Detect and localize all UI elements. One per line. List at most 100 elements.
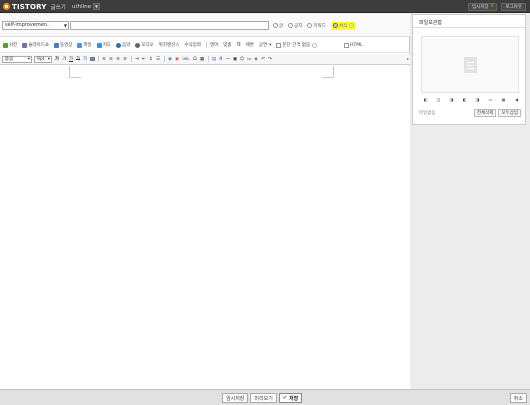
globe-icon[interactable]: ◉ <box>167 56 173 63</box>
check-icon: ✔ <box>282 395 288 401</box>
font-family-select[interactable]: 돋움 ▾ <box>2 55 32 63</box>
align-right-icon[interactable]: ≡ <box>115 56 121 63</box>
emoticon-icon[interactable]: ☺ <box>239 56 245 63</box>
more-icon[interactable]: ▣ <box>232 56 238 63</box>
url-icon[interactable]: URL <box>181 56 191 63</box>
insert-all-button[interactable]: 모두삽입 <box>498 109 521 117</box>
option-notice[interactable]: 공지 <box>288 23 302 29</box>
option-keyword[interactable]: 키워드 <box>307 23 326 29</box>
insert-audio-button[interactable]: 오디오 <box>135 42 154 48</box>
redo-icon[interactable]: ↷ <box>267 56 273 63</box>
insert-mention-button[interactable]: 위치멘션스 <box>159 42 180 48</box>
editor-canvas[interactable] <box>0 66 410 389</box>
font-size-select[interactable]: 9pt ▾ <box>34 55 52 63</box>
chevron-right-icon[interactable]: ▸ <box>407 56 409 61</box>
linebreak-label: 문단 간격 없음 <box>282 43 311 48</box>
option-post-label: 글 <box>279 23 284 29</box>
radio-icon <box>273 23 278 28</box>
insert-audio-label: 오디오 <box>141 43 154 48</box>
divider <box>98 56 99 62</box>
float-right-icon[interactable]: ◨ <box>475 97 480 102</box>
help-icon[interactable] <box>349 23 355 28</box>
insert-fit-button[interactable]: 맞춤 <box>223 42 231 48</box>
special-char-icon[interactable]: Ω <box>192 56 198 63</box>
category-value: self-improvemen.. <box>5 22 51 28</box>
option-notice-label: 공지 <box>294 23 303 29</box>
insert-show-button[interactable]: 공연 ▾ <box>259 42 272 49</box>
save-icon[interactable]: ▪ <box>253 56 259 63</box>
play-icon[interactable]: ◀ <box>514 97 519 102</box>
audio-icon <box>135 42 141 48</box>
link-icon[interactable]: ◉ <box>174 56 180 63</box>
insert-slideshow-button[interactable]: 슬라이드쇼 <box>22 42 49 48</box>
file-storage-box: 파일보관함 ◧ ◫ ◨ ◧ ◨ ▭ ▦ ◀ 파일없음 전체삭제 모두삽입 <box>412 14 526 125</box>
html-toggle[interactable]: HTML <box>344 42 363 48</box>
cancel-button[interactable]: 취소 <box>509 393 527 403</box>
insert-pet-button[interactable]: 애완 <box>246 42 254 48</box>
radio-selected-icon <box>332 23 338 28</box>
quote-icon[interactable]: ▤ <box>211 56 217 63</box>
file-icon <box>77 42 83 48</box>
option-template[interactable]: 서식 <box>330 21 357 30</box>
list-icon[interactable]: ☰ <box>155 56 161 63</box>
align-center-icon[interactable]: ≡ <box>108 56 114 63</box>
font-size-value: 9pt <box>37 56 45 62</box>
full-width-icon[interactable]: ▭ <box>488 97 493 102</box>
insert-formula-button[interactable]: 수식입력 <box>184 42 201 48</box>
blog-selector[interactable]: uthline ▼ <box>72 2 101 11</box>
grid-icon[interactable]: ▦ <box>501 97 506 102</box>
align-left-icon[interactable]: ◧ <box>423 97 428 102</box>
undo-icon[interactable]: ↶ <box>260 56 266 63</box>
logout-button[interactable]: 로그아웃 <box>501 2 526 11</box>
box-icon[interactable]: ▭ <box>246 56 252 63</box>
code-icon[interactable]: ⌷ <box>218 56 224 63</box>
insert-english-button[interactable]: 영어 <box>210 42 218 48</box>
background-color-icon[interactable] <box>89 56 95 63</box>
line-height-icon[interactable]: ↕ <box>148 56 154 63</box>
linebreak-toggle[interactable]: 문단 간격 없음 <box>276 42 318 48</box>
insert-video-button[interactable]: 동영상 <box>53 42 72 48</box>
insert-fit-label: 맞춤 <box>223 43 232 48</box>
chevron-down-icon[interactable]: ▼ <box>93 3 101 10</box>
divider <box>413 27 525 28</box>
photo-icon <box>3 42 8 48</box>
table-icon[interactable]: ▦ <box>199 56 205 63</box>
insert-photo-button[interactable]: 사진 <box>3 42 17 48</box>
insert-map-button[interactable]: 지도 <box>96 42 111 48</box>
float-left-icon[interactable]: ◧ <box>462 97 467 102</box>
temp-saved-button[interactable]: 임시저장 0 <box>468 2 498 11</box>
align-right-icon[interactable]: ◨ <box>449 97 454 102</box>
insert-file-button[interactable]: 파일 <box>77 42 92 48</box>
italic-button[interactable]: 가 <box>61 56 67 63</box>
title-input[interactable] <box>70 21 269 30</box>
underline-button[interactable]: 가 <box>68 56 74 63</box>
insert-music-button[interactable]: 음악 <box>115 42 130 48</box>
slideshow-icon <box>22 42 28 48</box>
help-icon[interactable] <box>312 42 318 48</box>
temp-save-button[interactable]: 임시저장 <box>222 393 249 403</box>
hr-icon[interactable]: ― <box>225 56 231 63</box>
tistory-logo[interactable]: TISTORY 글쓰기 <box>3 2 66 11</box>
align-center-icon[interactable]: ◫ <box>436 97 441 102</box>
outdent-icon[interactable]: ⇤ <box>141 56 147 63</box>
insert-file-label: 파일 <box>83 43 92 48</box>
chevron-down-icon: ▾ <box>47 56 50 62</box>
font-family-value: 돋움 <box>5 56 14 62</box>
save-button[interactable]: ✔ 저장 <box>278 393 303 403</box>
save-label: 저장 <box>289 395 299 402</box>
insert-english-label: 영어 <box>209 43 219 48</box>
indent-icon[interactable]: ⇥ <box>134 56 140 63</box>
align-left-icon[interactable]: ≡ <box>101 56 107 63</box>
delete-all-button[interactable]: 전체삭제 <box>473 109 497 117</box>
divider <box>164 56 165 62</box>
font-color-button[interactable]: 가 <box>82 56 88 63</box>
insert-book-button[interactable]: 책 <box>237 42 241 48</box>
chevron-down-icon: ▾ <box>269 42 272 48</box>
strikethrough-button[interactable]: 가 <box>75 56 81 63</box>
checkbox-icon <box>344 42 350 48</box>
align-justify-icon[interactable]: ≡ <box>122 56 128 63</box>
option-post[interactable]: 글 <box>273 23 283 29</box>
category-select[interactable]: self-improvemen.. ▼ <box>2 21 69 30</box>
bold-button[interactable]: 가 <box>54 56 60 63</box>
preview-button[interactable]: 미리보기 <box>250 393 277 403</box>
